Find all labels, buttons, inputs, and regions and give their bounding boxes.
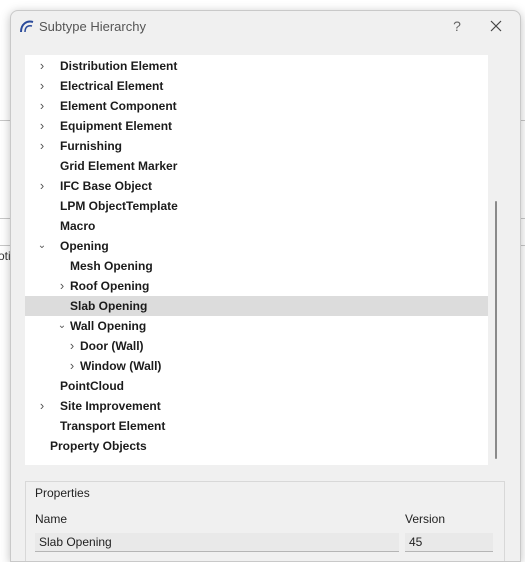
tree-item-label: IFC Base Object bbox=[60, 179, 153, 193]
chevron-right-icon[interactable]: › bbox=[37, 76, 47, 96]
properties-group: Properties Name Version Slab Opening 45 bbox=[25, 481, 505, 561]
name-field[interactable]: Slab Opening bbox=[35, 533, 399, 552]
chevron-right-icon[interactable]: › bbox=[37, 176, 47, 196]
tree-item-label: Distribution Element bbox=[60, 59, 178, 73]
tree-item[interactable]: › Site Improvement bbox=[25, 396, 488, 416]
chevron-down-icon[interactable]: ⌄ bbox=[57, 316, 67, 336]
chevron-right-icon[interactable]: › bbox=[67, 356, 77, 376]
tree-item[interactable]: Slab Opening bbox=[25, 296, 488, 316]
background-divider bbox=[0, 245, 10, 246]
close-button[interactable] bbox=[486, 16, 506, 36]
subtype-tree[interactable]: › Distribution Element › Electrical Element… bbox=[25, 55, 488, 465]
chevron-right-icon[interactable]: › bbox=[37, 96, 47, 116]
tree-item[interactable]: › Window (Wall) bbox=[25, 356, 488, 376]
tree-item-label: Wall Opening bbox=[70, 319, 147, 333]
tree-item-label: Macro bbox=[60, 219, 96, 233]
tree-item-label: Property Objects bbox=[50, 439, 147, 453]
tree-item-label: Opening bbox=[60, 239, 109, 253]
tree-item-label: Element Component bbox=[60, 99, 177, 113]
chevron-right-icon[interactable]: › bbox=[37, 56, 47, 76]
tree-item-label: Grid Element Marker bbox=[60, 159, 178, 173]
tree-item-label: Transport Element bbox=[60, 419, 166, 433]
tree-item-label: Electrical Element bbox=[60, 79, 164, 93]
tree-item[interactable]: › Furnishing bbox=[25, 136, 488, 156]
tree-item[interactable]: › Element Component bbox=[25, 96, 488, 116]
name-label: Name bbox=[35, 512, 68, 526]
tree-item-label: Furnishing bbox=[60, 139, 122, 153]
tree-item-label: PointCloud bbox=[60, 379, 124, 393]
background-divider bbox=[0, 120, 10, 121]
tree-item-label: Roof Opening bbox=[70, 279, 150, 293]
dialog-title: Subtype Hierarchy bbox=[39, 19, 146, 34]
tree-item-label: Window (Wall) bbox=[80, 359, 162, 373]
tree-item-label: Slab Opening bbox=[70, 299, 148, 313]
tree-item[interactable]: Transport Element bbox=[25, 416, 488, 436]
tree-item[interactable]: › Electrical Element bbox=[25, 76, 488, 96]
chevron-right-icon[interactable]: › bbox=[57, 276, 67, 296]
tree-item[interactable]: PointCloud bbox=[25, 376, 488, 396]
tree-item-label: Door (Wall) bbox=[80, 339, 144, 353]
tree-item[interactable]: ⌄ Opening bbox=[25, 236, 488, 256]
chevron-right-icon[interactable]: › bbox=[37, 396, 47, 416]
tree-item-label: Mesh Opening bbox=[70, 259, 153, 273]
version-label: Version bbox=[405, 512, 446, 526]
tree-item[interactable]: › Roof Opening bbox=[25, 276, 488, 296]
tree-item-label: LPM ObjectTemplate bbox=[60, 199, 178, 213]
tree-item[interactable]: ⌄ Wall Opening bbox=[25, 316, 488, 336]
tree-item[interactable]: › Door (Wall) bbox=[25, 336, 488, 356]
help-button[interactable]: ? bbox=[447, 16, 467, 36]
chevron-right-icon[interactable]: › bbox=[67, 336, 77, 356]
tree-item[interactable]: › Distribution Element bbox=[25, 56, 488, 76]
tree-item[interactable]: Mesh Opening bbox=[25, 256, 488, 276]
chevron-right-icon[interactable]: › bbox=[37, 136, 47, 156]
tree-item[interactable]: Property Objects bbox=[25, 436, 488, 456]
app-logo-icon bbox=[20, 20, 34, 33]
tree-item-label: Site Improvement bbox=[60, 399, 161, 413]
tree-item-label: Equipment Element bbox=[60, 119, 173, 133]
version-field[interactable]: 45 bbox=[405, 533, 493, 552]
tree-item[interactable]: LPM ObjectTemplate bbox=[25, 196, 488, 216]
properties-title: Properties bbox=[35, 486, 90, 500]
chevron-right-icon[interactable]: › bbox=[37, 116, 47, 136]
tree-item[interactable]: Grid Element Marker bbox=[25, 156, 488, 176]
tree-item[interactable]: Macro bbox=[25, 216, 488, 236]
tree-scrollbar-thumb[interactable] bbox=[495, 201, 497, 459]
close-icon bbox=[490, 20, 502, 32]
tree-item[interactable]: › IFC Base Object bbox=[25, 176, 488, 196]
background-divider bbox=[0, 218, 10, 219]
subtype-hierarchy-dialog: Subtype Hierarchy ? › Distribution Elemen… bbox=[10, 10, 521, 562]
title-bar[interactable]: Subtype Hierarchy ? bbox=[11, 11, 520, 43]
tree-item[interactable]: › Equipment Element bbox=[25, 116, 488, 136]
chevron-down-icon[interactable]: ⌄ bbox=[37, 236, 47, 256]
